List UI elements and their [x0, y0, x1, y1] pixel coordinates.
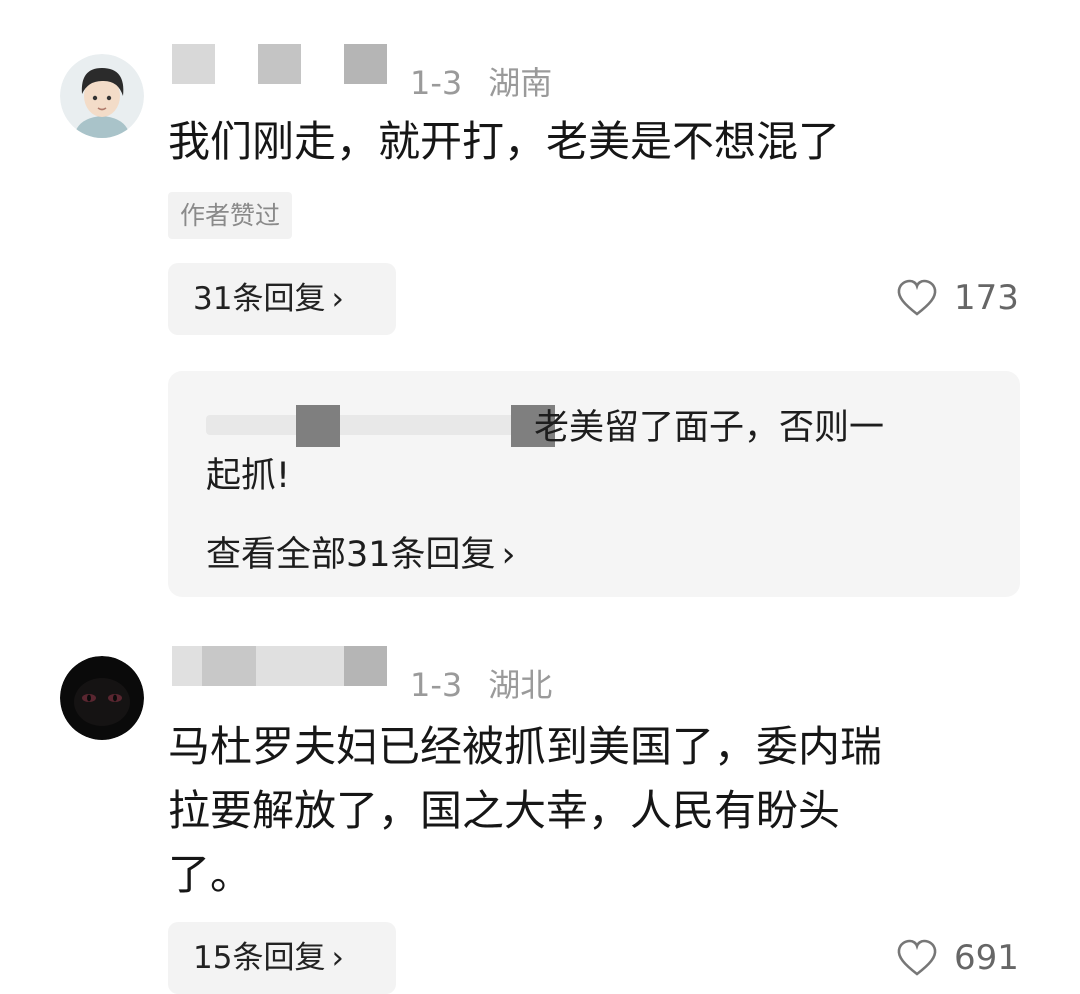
reply-text: 老美留了面子，否则一 — [534, 404, 884, 452]
like-button[interactable]: 691 — [896, 938, 1019, 978]
comment-date: 1-3 — [410, 64, 463, 102]
blurred-username[interactable] — [172, 646, 392, 688]
comment-text-line: 马杜罗夫妇已经被抓到美国了，委内瑞 — [168, 722, 883, 771]
author-liked-badge: 作者赞过 — [168, 192, 293, 239]
view-all-replies-link[interactable]: 查看全部31条回复 › — [206, 526, 516, 577]
comment-location: 湖南 — [488, 64, 553, 102]
blurred-reply-username — [206, 387, 555, 447]
reply-text-line: 老美留了面子，否则一 — [534, 408, 885, 448]
replies-button-label: 15条回复 — [193, 940, 326, 976]
like-count: 691 — [954, 938, 1019, 978]
replies-button[interactable]: 31条回复 › — [168, 263, 396, 335]
like-count: 173 — [954, 278, 1019, 318]
replies-button-label: 31条回复 — [193, 281, 326, 317]
chevron-right-icon: › — [331, 940, 344, 976]
reply-preview[interactable]: 老美留了面子，否则一 起抓! 查看全部31条回复 › — [168, 371, 1020, 597]
user-avatar[interactable] — [60, 656, 144, 740]
comment-date: 1-3 — [410, 666, 463, 704]
reply-text-line: 起抓! — [206, 456, 291, 496]
user-avatar[interactable] — [60, 54, 144, 138]
comment-text: 我们刚走，就开打，老美是不想混了 — [168, 110, 840, 174]
heart-outline-icon — [897, 939, 937, 976]
dark-cat-eyes-avatar-icon — [60, 656, 144, 740]
replies-button[interactable]: 15条回复 › — [168, 922, 396, 994]
chevron-right-icon: › — [501, 535, 516, 575]
chevron-right-icon: › — [331, 281, 344, 317]
comment-text-line: 了。 — [168, 850, 253, 899]
blurred-username[interactable] — [172, 44, 392, 86]
reply-text-continued: 起抓! — [206, 452, 290, 500]
heart-outline-icon — [897, 279, 937, 316]
cartoon-boy-avatar-icon — [60, 54, 144, 138]
like-button[interactable]: 173 — [896, 278, 1019, 318]
comment-location: 湖北 — [488, 666, 553, 704]
comment-text-line: 我们刚走，就开打，老美是不想混了 — [168, 117, 841, 166]
view-all-replies-label: 查看全部31条回复 — [206, 535, 496, 575]
comment-text-line: 拉要解放了，国之大幸，人民有盼头 — [168, 786, 841, 835]
comment-text: 马杜罗夫妇已经被抓到美国了，委内瑞 拉要解放了，国之大幸，人民有盼头 了。 — [168, 715, 882, 907]
